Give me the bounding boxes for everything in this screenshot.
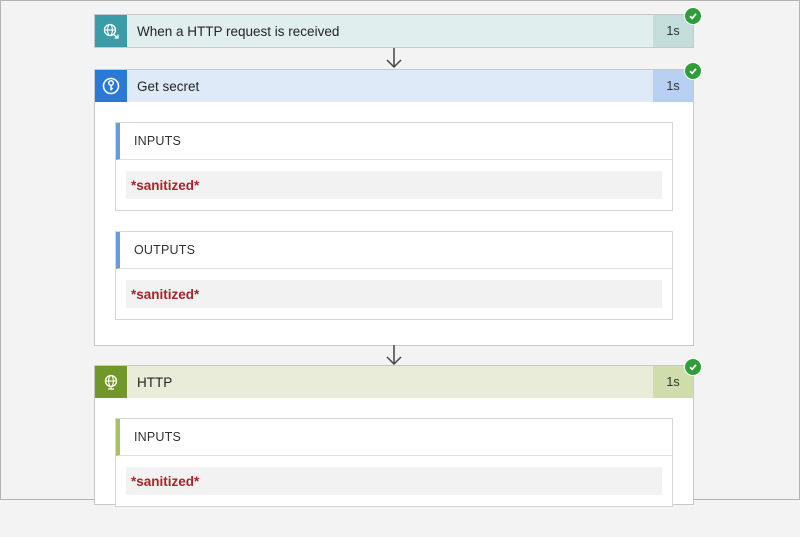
success-check-icon [684,7,702,25]
trigger-step-header[interactable]: When a HTTP request is received 1s [95,7,702,47]
http-step-header[interactable]: HTTP 1s [95,358,702,398]
key-vault-icon [95,70,127,102]
inputs-section-header[interactable]: INPUTS [116,123,672,160]
get-secret-step-card[interactable]: Get secret 1s INPUTS *sanitized* OUTPUTS… [94,62,702,346]
outputs-value: *sanitized* [126,280,662,308]
inputs-section: INPUTS *sanitized* [115,418,673,507]
inputs-section: INPUTS *sanitized* [115,122,673,211]
inputs-section-header[interactable]: INPUTS [116,419,672,456]
inputs-value: *sanitized* [126,467,662,495]
outputs-section: OUTPUTS *sanitized* [115,231,673,320]
globe-icon [95,366,127,398]
get-secret-step-header[interactable]: Get secret 1s [95,62,702,102]
http-request-trigger-icon [95,15,127,47]
flow-arrow-down-icon [386,48,402,69]
trigger-step-card[interactable]: When a HTTP request is received 1s [94,7,702,48]
outputs-section-header[interactable]: OUTPUTS [116,232,672,269]
success-check-icon [684,358,702,376]
http-step-card[interactable]: HTTP 1s INPUTS *sanitized* [94,358,702,507]
trigger-step-title: When a HTTP request is received [137,23,340,39]
success-check-icon [684,62,702,80]
http-step-title: HTTP [137,374,173,390]
get-secret-step-title: Get secret [137,78,200,94]
inputs-value: *sanitized* [126,171,662,199]
flow-arrow-down-icon [386,345,402,366]
